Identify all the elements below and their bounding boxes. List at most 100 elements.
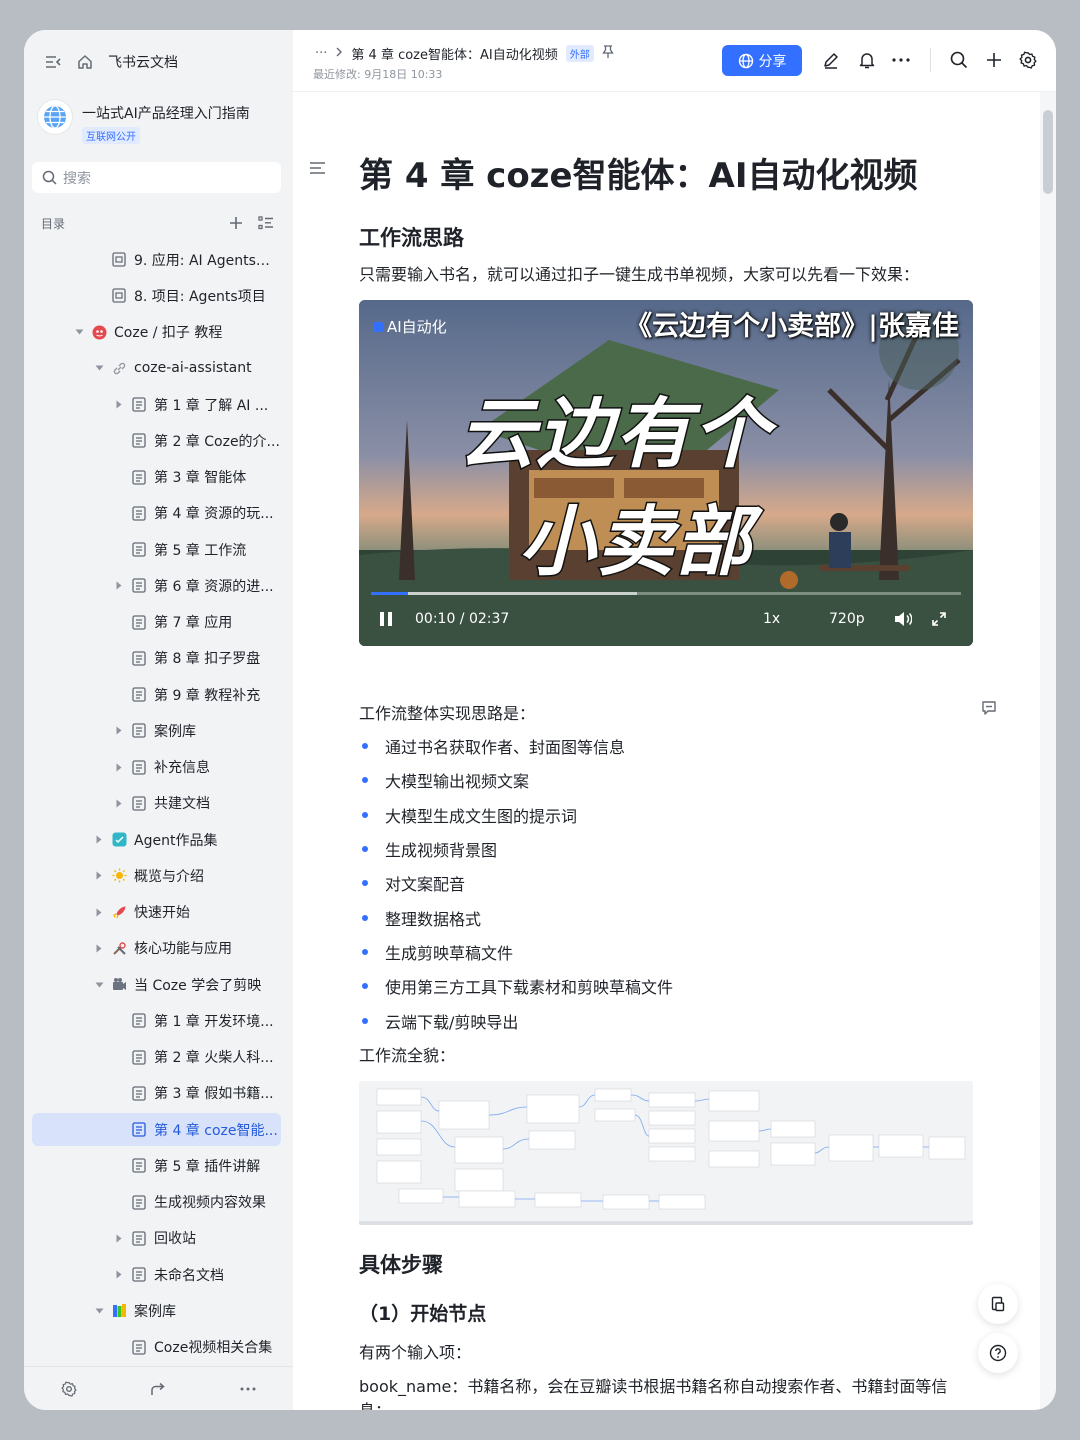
scrollbar-thumb[interactable] <box>1043 110 1053 194</box>
gear-icon[interactable] <box>1017 49 1039 71</box>
sidebar: 飞书云文档 一站式AI产品经理入门指南 互联网公开 搜索 目录 9. 应用: A… <box>24 30 293 1410</box>
sidebar-item[interactable]: 第 1 章 开发环境... <box>32 1004 281 1037</box>
sidebar-item[interactable]: 8. 项目: Agents项目 <box>32 279 281 312</box>
search-icon[interactable] <box>948 49 970 71</box>
sidebar-item[interactable]: 第 8 章 扣子罗盘 <box>32 642 281 675</box>
more-options-icon[interactable] <box>890 49 912 71</box>
sidebar-item[interactable]: 9. 应用: AI Agents全景图 <box>32 243 281 276</box>
sidebar-item[interactable]: 共建文档 <box>32 787 281 820</box>
camera-icon <box>111 977 127 993</box>
doc-tree: 9. 应用: AI Agents全景图 8. 项目: Agents项目 Coze /… <box>24 243 293 1368</box>
list-item: 生成视频背景图 <box>359 832 673 866</box>
chevron-right-icon[interactable] <box>92 905 106 919</box>
sidebar-item[interactable]: 当 Coze 学会了剪映 <box>32 968 281 1001</box>
chevron-down-icon[interactable] <box>72 325 86 339</box>
chevron-right-icon[interactable] <box>112 1231 126 1245</box>
collapse-sidebar-icon[interactable] <box>44 53 62 71</box>
add-icon[interactable] <box>225 212 247 234</box>
sidebar-item[interactable]: coze-ai-assistant <box>32 352 281 385</box>
sidebar-item[interactable]: 未命名文档 <box>32 1258 281 1291</box>
sidebar-item[interactable]: 回收站 <box>32 1222 281 1255</box>
workflow-diagram-image[interactable] <box>359 1081 973 1225</box>
video-player[interactable]: AI自动化 《云边有个小卖部》|张嘉佳 云边有个 小卖部 00:10 / 02:… <box>359 300 973 646</box>
doc-icon <box>131 1339 147 1355</box>
sidebar-item[interactable]: 第 2 章 火柴人科... <box>32 1041 281 1074</box>
sidebar-item[interactable]: 第 4 章 coze智能... <box>32 1113 281 1146</box>
chevron-right-icon[interactable] <box>112 398 126 412</box>
chevron-right-icon[interactable] <box>112 1268 126 1282</box>
outline-icon[interactable] <box>309 160 327 179</box>
sidebar-item[interactable]: 第 4 章 资源的玩... <box>32 497 281 530</box>
doc-icon <box>131 1122 147 1138</box>
search-icon <box>42 170 57 185</box>
sidebar-top: 飞书云文档 <box>44 52 178 72</box>
sidebar-item[interactable]: 第 7 章 应用 <box>32 606 281 639</box>
doc-switch-icon[interactable] <box>978 1284 1018 1324</box>
sidebar-item[interactable]: 补充信息 <box>32 751 281 784</box>
sidebar-item[interactable]: 第 5 章 工作流 <box>32 533 281 566</box>
toc-header: 目录 <box>41 212 277 234</box>
bell-icon[interactable] <box>856 49 878 71</box>
breadcrumb-title[interactable]: 第 4 章 coze智能体：AI自动化视频 <box>351 44 557 63</box>
sidebar-item[interactable]: 快速开始 <box>32 896 281 929</box>
volume-icon[interactable] <box>894 611 913 631</box>
sidebar-item[interactable]: 案例库 <box>32 714 281 747</box>
quality-button[interactable]: 720p <box>829 611 865 627</box>
sidebar-item[interactable]: 生成视频内容效果 <box>32 1186 281 1219</box>
fullscreen-icon[interactable] <box>931 611 947 631</box>
plus-icon[interactable] <box>983 49 1005 71</box>
share-out-icon[interactable] <box>147 1378 169 1400</box>
breadcrumb-more[interactable]: ··· <box>315 46 327 61</box>
doc-icon <box>131 795 147 811</box>
video-progress-bar[interactable] <box>371 592 961 595</box>
bullet-dot <box>362 983 368 990</box>
chevron-down-icon[interactable] <box>92 978 106 992</box>
list-item: 通过书名获取作者、封面图等信息 <box>359 729 673 763</box>
last-modified: 最近修改: 9月18日 10:33 <box>313 68 443 81</box>
edit-icon[interactable] <box>820 49 842 71</box>
chevron-right-icon[interactable] <box>112 796 126 810</box>
tree-list-icon[interactable] <box>255 212 277 234</box>
chevron-right-icon[interactable] <box>112 724 126 738</box>
pin-icon[interactable] <box>602 44 614 63</box>
doc-embed-icon <box>111 288 127 304</box>
sidebar-item[interactable]: 核心功能与应用 <box>32 932 281 965</box>
share-button[interactable]: 分享 <box>722 45 802 76</box>
sidebar-item[interactable]: 概览与介绍 <box>32 859 281 892</box>
sidebar-item-label: 快速开始 <box>134 905 190 921</box>
sidebar-item[interactable]: 第 2 章 Coze的介... <box>32 424 281 457</box>
sidebar-item-label: 第 2 章 火柴人科... <box>154 1050 274 1066</box>
chevron-right-icon[interactable] <box>112 579 126 593</box>
sidebar-item[interactable]: Agent作品集 <box>32 823 281 856</box>
sidebar-item[interactable]: 第 3 章 智能体 <box>32 461 281 494</box>
speed-button[interactable]: 1x <box>763 611 780 627</box>
sidebar-item[interactable]: Coze / 扣子 教程 <box>32 316 281 349</box>
sidebar-item[interactable]: Coze视频相关合集 <box>32 1331 281 1364</box>
sidebar-item[interactable]: 第 3 章 假如书籍... <box>32 1077 281 1110</box>
sidebar-item[interactable]: 第 6 章 资源的进... <box>32 569 281 602</box>
sidebar-item[interactable]: 第 5 章 插件讲解 <box>32 1149 281 1182</box>
chevron-right-icon[interactable] <box>112 760 126 774</box>
sidebar-item[interactable]: 第 1 章 了解 AI ... <box>32 388 281 421</box>
chevron-right-icon[interactable] <box>92 833 106 847</box>
scrollbar[interactable] <box>1040 92 1056 1410</box>
more-icon[interactable] <box>237 1378 259 1400</box>
sidebar-item[interactable]: 案例库 <box>32 1294 281 1327</box>
sidebar-item[interactable]: 第 9 章 教程补充 <box>32 678 281 711</box>
chevron-right-icon[interactable] <box>92 941 106 955</box>
help-icon[interactable] <box>978 1333 1018 1373</box>
doc-icon <box>131 397 147 413</box>
pause-icon[interactable] <box>379 611 393 631</box>
settings-icon[interactable] <box>58 1378 80 1400</box>
comment-icon[interactable] <box>981 700 997 720</box>
space-header[interactable]: 一站式AI产品经理入门指南 互联网公开 <box>38 100 250 144</box>
search-input[interactable]: 搜索 <box>32 162 281 193</box>
chevron-down-icon[interactable] <box>92 361 106 375</box>
home-icon[interactable] <box>76 53 94 71</box>
chevron-down-icon[interactable] <box>92 1304 106 1318</box>
app-name[interactable]: 飞书云文档 <box>108 52 178 72</box>
chevron-right-icon[interactable] <box>92 869 106 883</box>
